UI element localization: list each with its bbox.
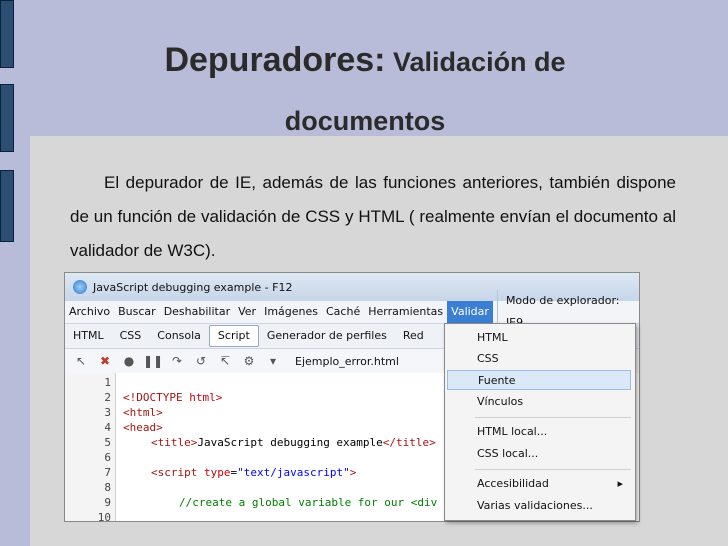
menu-buscar[interactable]: Buscar xyxy=(114,301,160,323)
code-token: <script xyxy=(151,466,204,479)
body-text: El depurador de IE, además de las funcio… xyxy=(70,166,676,268)
clear-icon[interactable]: ✖ xyxy=(97,353,113,369)
submenu-arrow-icon: ▸ xyxy=(617,477,623,490)
validar-dropdown-menu: HTML CSS Fuente Vínculos HTML local... C… xyxy=(444,323,636,521)
code-token: <html> xyxy=(123,406,163,419)
title-line2: documentos xyxy=(284,106,446,136)
tab-script[interactable]: Script xyxy=(208,325,259,347)
pause-icon[interactable]: ❚❚ xyxy=(143,353,163,369)
line-number: 5 xyxy=(104,436,111,449)
code-line: 2 <!DOCTYPE html> xyxy=(65,390,222,405)
title-main: Depuradores: xyxy=(164,41,386,79)
line-number: 3 xyxy=(104,406,111,419)
decor-bar xyxy=(0,84,14,152)
menu-cache[interactable]: Caché xyxy=(322,301,364,323)
tab-html[interactable]: HTML xyxy=(65,326,112,346)
menu-herramientas[interactable]: Herramientas xyxy=(364,301,447,323)
line-number: 4 xyxy=(104,421,111,434)
code-token: type xyxy=(203,466,231,479)
decor-bar xyxy=(0,170,14,242)
code-line: 8 xyxy=(65,480,111,495)
code-token: <title> xyxy=(151,436,198,449)
menu-imagenes[interactable]: Imágenes xyxy=(260,301,322,323)
left-decoration xyxy=(0,0,14,546)
menu-separator xyxy=(475,469,631,470)
menu-item-html-local[interactable]: HTML local... xyxy=(447,422,631,442)
line-number: 9 xyxy=(104,496,111,509)
menu-item-fuente[interactable]: Fuente xyxy=(447,370,631,390)
line-number: 1 xyxy=(104,376,111,389)
tab-consola[interactable]: Consola xyxy=(149,326,209,346)
app-icon xyxy=(73,280,87,294)
menu-item-css-local[interactable]: CSS local... xyxy=(447,444,631,464)
code-line: 5 <title>JavaScript debugging example</ti… xyxy=(65,435,435,450)
menu-archivo[interactable]: Archivo xyxy=(65,301,114,323)
menu-item-accesibilidad[interactable]: Accesibilidad ▸ xyxy=(447,474,631,494)
menu-bar: Archivo Buscar Deshabilitar Ver Imágenes… xyxy=(65,290,639,334)
code-token: //create a global variable for our <div xyxy=(179,496,438,509)
code-token: JavaScript debugging example xyxy=(197,436,383,449)
code-line: 3 <html> xyxy=(65,405,162,420)
menu-separator xyxy=(475,417,631,418)
file-selector[interactable]: Ejemplo_error.html xyxy=(291,355,435,368)
code-token: </title> xyxy=(382,436,436,449)
menu-item-label: Accesibilidad xyxy=(477,477,549,490)
menu-item-vinculos[interactable]: Vínculos xyxy=(447,392,631,412)
code-token: <!DOCTYPE xyxy=(123,391,190,404)
code-token: <head> xyxy=(123,421,163,434)
step-over-icon[interactable]: ↺ xyxy=(193,353,209,369)
decor-bar xyxy=(0,0,14,68)
menu-deshabilitar[interactable]: Deshabilitar xyxy=(160,301,234,323)
title-sub: Validación de xyxy=(385,47,566,77)
line-number: 2 xyxy=(104,391,111,404)
code-token: > xyxy=(349,466,357,479)
line-number: 10 xyxy=(97,511,111,522)
code-token: html xyxy=(189,391,216,404)
code-line: 7 <script type="text/javascript"> xyxy=(65,465,356,480)
window-title: JavaScript debugging example - F12 xyxy=(93,280,293,294)
body-paragraph: El depurador de IE, además de las funcio… xyxy=(70,173,676,260)
line-number: 6 xyxy=(104,451,111,464)
step-into-icon[interactable]: ↷ xyxy=(169,353,185,369)
tab-profiler[interactable]: Generador de perfiles xyxy=(259,326,395,346)
code-line: 9 //create a global variable for our <div xyxy=(65,495,437,510)
select-element-icon[interactable]: ↖ xyxy=(73,353,89,369)
code-line: 1 xyxy=(65,375,111,390)
step-out-icon[interactable]: ↸ xyxy=(217,353,233,369)
menu-validar[interactable]: Validar xyxy=(447,301,493,323)
code-line: 4 <head> xyxy=(65,420,162,435)
record-icon[interactable]: ● xyxy=(121,353,137,369)
menu-item-varias-validaciones[interactable]: Varias validaciones... xyxy=(447,496,631,516)
code-line: 6 xyxy=(65,450,111,465)
code-token: > xyxy=(215,391,223,404)
settings-icon[interactable]: ⚙ xyxy=(241,353,257,369)
line-number: 8 xyxy=(104,481,111,494)
slide-title: Depuradores: Validación de documentos xyxy=(60,30,670,149)
menu-item-css[interactable]: CSS xyxy=(447,349,631,369)
line-number: 7 xyxy=(104,466,111,479)
chevron-down-icon[interactable]: ▾ xyxy=(265,353,281,369)
tab-css[interactable]: CSS xyxy=(112,326,150,346)
menu-item-html[interactable]: HTML xyxy=(447,328,631,348)
code-token: "text/javascript" xyxy=(237,466,350,479)
menu-ver[interactable]: Ver xyxy=(234,301,260,323)
code-line: 10 xyxy=(65,510,111,522)
tab-red[interactable]: Red xyxy=(395,326,432,346)
